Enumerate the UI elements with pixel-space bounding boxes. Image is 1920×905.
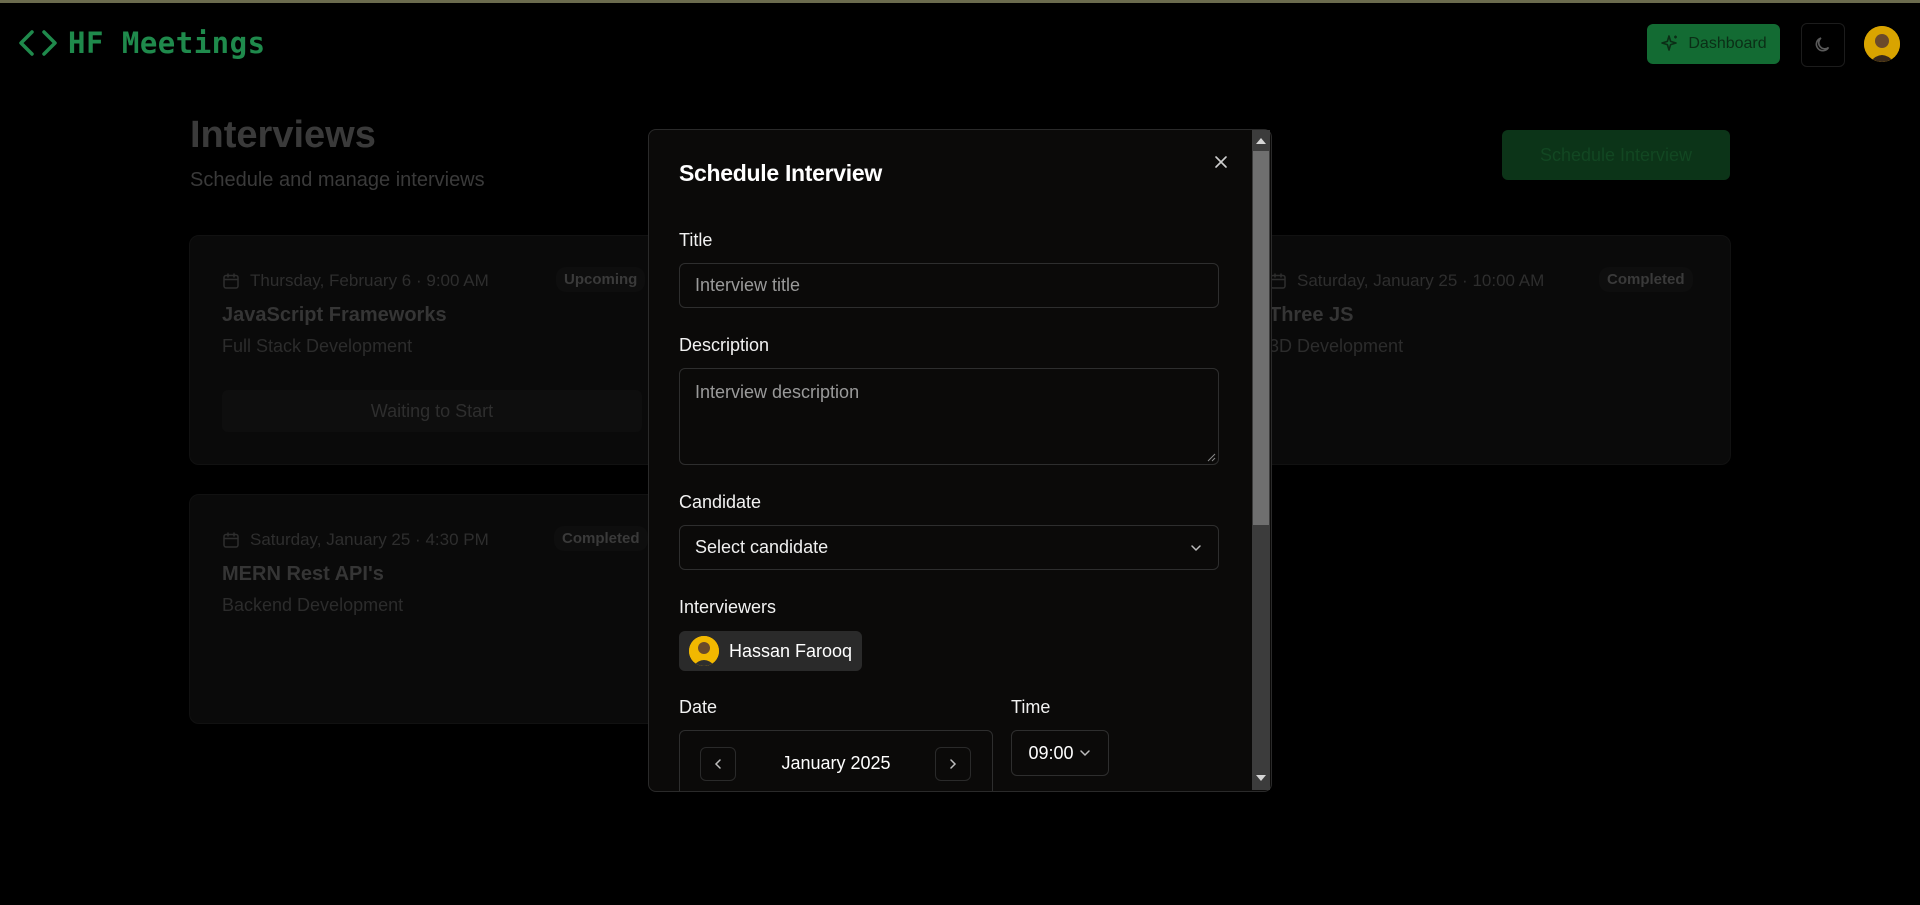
time-select[interactable]: 09:00 [1011, 730, 1109, 776]
interviewer-avatar [689, 636, 719, 666]
time-select-value: 09:00 [1028, 742, 1074, 763]
schedule-interview-dialog: Schedule Interview Title Interview title… [648, 129, 1272, 792]
page-subtitle: Schedule and manage interviews [190, 169, 485, 191]
candidate-select-value: Select candidate [695, 537, 829, 557]
card-subtitle: Backend Development [222, 595, 404, 615]
sparkle-icon [1661, 35, 1678, 51]
card-date: Saturday, January 25 · 10:00 AM [1269, 271, 1544, 291]
close-icon [1215, 156, 1227, 168]
card-date: Saturday, January 25 · 4:30 PM [222, 530, 489, 550]
calendar-icon [223, 273, 239, 289]
waiting-button[interactable]: Waiting to Start [222, 390, 642, 432]
card-subtitle: 3D Development [1269, 336, 1404, 356]
description-label: Description [679, 335, 770, 355]
interviewer-name: Hassan Farooq [729, 640, 853, 661]
chevron-right-icon [950, 759, 957, 769]
date-calendar: January 2025 [679, 730, 993, 791]
resize-handle-icon[interactable] [1206, 452, 1216, 462]
scroll-up-arrow-icon[interactable] [1255, 136, 1267, 146]
card-date-text: Saturday, January 25 · 10:00 AM [1297, 271, 1545, 290]
chevron-down-icon [1191, 544, 1201, 551]
title-input[interactable]: Interview title [679, 263, 1219, 308]
code-brackets-icon [19, 30, 57, 56]
calendar-icon [223, 532, 239, 548]
dashboard-button-label: Dashboard [1688, 35, 1767, 52]
app-logo-text: HF Meetings [68, 26, 266, 60]
schedule-interview-button[interactable]: Schedule Interview [1502, 130, 1730, 180]
interview-card[interactable]: Saturday, January 25 · 4:30 PM Completed… [189, 494, 671, 724]
dialog-title: Schedule Interview [679, 160, 882, 186]
status-badge: Upcoming [556, 267, 646, 292]
card-date-text: Thursday, February 6 · 9:00 AM [250, 271, 489, 290]
close-button[interactable] [1209, 150, 1233, 174]
interviewers-label: Interviewers [679, 597, 777, 617]
scrollbar-thumb[interactable] [1253, 151, 1269, 525]
title-input-placeholder: Interview title [695, 275, 801, 295]
candidate-select[interactable]: Select candidate [679, 525, 1219, 570]
interview-card[interactable]: Thursday, February 6 · 9:00 AM Upcoming … [189, 235, 671, 465]
date-label: Date [679, 697, 718, 717]
chevron-down-icon [1079, 750, 1090, 757]
description-textarea[interactable]: Interview description [679, 368, 1219, 465]
theme-toggle-button[interactable] [1801, 23, 1845, 67]
status-badge: Completed [554, 526, 648, 551]
card-title: Three JS [1269, 304, 1354, 326]
next-month-button[interactable] [935, 747, 971, 781]
status-badge: Completed [1599, 267, 1693, 292]
card-date-text: Saturday, January 25 · 4:30 PM [250, 530, 489, 549]
description-placeholder: Interview description [695, 382, 860, 402]
interviewer-chip[interactable]: Hassan Farooq [679, 631, 863, 671]
title-label: Title [679, 230, 713, 250]
card-title: MERN Rest API's [222, 563, 384, 585]
dashboard-button[interactable]: Dashboard [1647, 24, 1780, 64]
card-subtitle: Full Stack Development [222, 336, 413, 356]
card-date: Thursday, February 6 · 9:00 AM [222, 271, 489, 291]
card-title: JavaScript Frameworks [222, 304, 447, 326]
moon-icon [1815, 37, 1830, 52]
page-title: Interviews [190, 114, 376, 156]
interview-card[interactable]: Saturday, January 25 · 10:00 AM Complete… [1250, 235, 1731, 465]
page: HF Meetings Dashboard Interviews Schedul… [0, 0, 1920, 905]
time-label: Time [1011, 697, 1051, 717]
candidate-label: Candidate [679, 492, 762, 512]
scroll-down-arrow-icon[interactable] [1255, 773, 1267, 783]
app-logo[interactable]: HF Meetings [18, 26, 266, 60]
user-avatar[interactable] [1864, 26, 1900, 62]
avatar-image [1864, 26, 1900, 62]
